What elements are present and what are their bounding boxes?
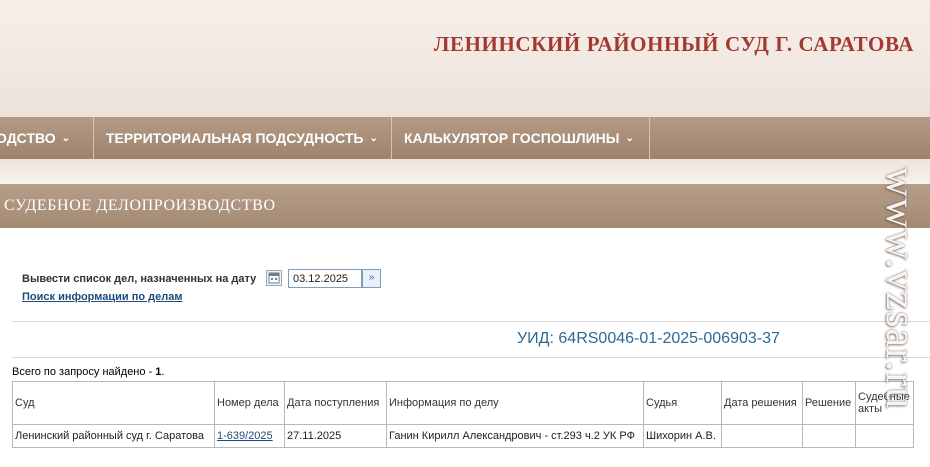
column-header-decision-date: Дата решения	[721, 381, 803, 425]
divider	[12, 321, 930, 322]
court-title: ЛЕНИНСКИЙ РАЙОННЫЙ СУД Г. САРАТОВА	[433, 32, 914, 56]
nav-item-fee-calculator[interactable]: КАЛЬКУЛЯТОР ГОСПОШЛИНЫ ⌄	[392, 117, 650, 159]
watermark: www.vzsar.ru	[877, 120, 923, 455]
watermark-text: www.vzsar.ru	[877, 166, 923, 409]
nav-item-label: КАЛЬКУЛЯТОР ГОСПОШЛИНЫ	[404, 130, 620, 146]
nav-item-label: ТЕРРИТОРИАЛЬНАЯ ПОДСУДНОСТЬ	[106, 130, 364, 146]
chevron-down-icon: ⌄	[625, 132, 634, 144]
nav-item-proceedings[interactable]: ОДСТВО ⌄	[0, 117, 94, 159]
show-list-button[interactable]: »	[362, 269, 381, 288]
column-header-decision: Решение	[802, 381, 856, 425]
table-row: Ленинский районный суд г. Саратова 1-639…	[12, 424, 914, 448]
column-header-judge: Судья	[643, 381, 722, 425]
results-count: Всего по запросу найдено - 1.	[12, 366, 164, 378]
date-filter-label: Вывести список дел, назначенных на дату	[22, 273, 257, 285]
cell-case-number: 1-639/2025	[214, 424, 285, 448]
cell-decision-date	[721, 424, 803, 448]
nav-item-jurisdiction[interactable]: ТЕРРИТОРИАЛЬНАЯ ПОДСУДНОСТЬ ⌄	[94, 117, 392, 159]
case-number-link[interactable]: 1-639/2025	[217, 430, 273, 442]
section-bar: СУДЕБНОЕ ДЕЛОПРОИЗВОДСТВО	[0, 184, 930, 228]
date-field[interactable]	[288, 269, 362, 288]
nav-shadow-strip	[0, 159, 930, 184]
case-search-link[interactable]: Поиск информации по делам	[22, 291, 182, 303]
cell-court: Ленинский районный суд г. Саратова	[12, 424, 215, 448]
section-title: СУДЕБНОЕ ДЕЛОПРОИЗВОДСТВО	[4, 197, 276, 214]
chevron-down-icon: ⌄	[61, 132, 71, 144]
case-uid: УИД: 64RS0046-01-2025-006903-37	[517, 330, 780, 347]
main-nav: ОДСТВО ⌄ ТЕРРИТОРИАЛЬНАЯ ПОДСУДНОСТЬ ⌄ К…	[0, 117, 930, 159]
nav-item-label: ОДСТВО	[0, 130, 56, 146]
cell-info: Ганин Кирилл Александрович - ст.293 ч.2 …	[386, 424, 644, 448]
column-header-received: Дата поступления	[284, 381, 387, 425]
cases-table: Суд Номер дела Дата поступления Информац…	[12, 381, 914, 448]
site-header: ЛЕНИНСКИЙ РАЙОННЫЙ СУД Г. САРАТОВА	[0, 0, 930, 117]
results-prefix: Всего по запросу найдено -	[12, 366, 156, 378]
results-suffix: .	[161, 366, 165, 378]
column-header-info: Информация по делу	[386, 381, 644, 425]
chevron-down-icon: ⌄	[369, 132, 378, 144]
cell-judge: Шихорин А.В.	[643, 424, 722, 448]
divider	[12, 357, 930, 358]
column-header-case-number: Номер дела	[214, 381, 285, 425]
cell-received: 27.11.2025	[284, 424, 387, 448]
column-header-court: Суд	[12, 381, 215, 425]
cell-decision	[802, 424, 856, 448]
calendar-icon[interactable]	[266, 270, 282, 286]
table-header-row: Суд Номер дела Дата поступления Информац…	[12, 381, 914, 425]
